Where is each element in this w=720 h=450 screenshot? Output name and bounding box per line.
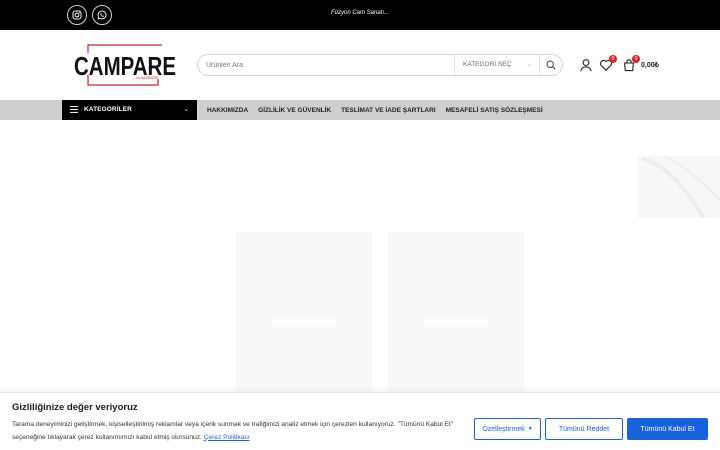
header-tagline: Füzyon Cam Sanatı... bbox=[330, 10, 390, 16]
user-icon bbox=[580, 59, 592, 72]
campare-logo[interactable]: CAMPARE GLASSWARE bbox=[74, 43, 178, 87]
cookie-description: Tarama deneyiminizi geliştirmek, kişisel… bbox=[12, 419, 467, 444]
top-bar: Füzyon Cam Sanatı... bbox=[0, 0, 720, 30]
page: Füzyon Cam Sanatı... CAMPARE GLASSWARE K… bbox=[0, 0, 720, 450]
customize-label: Özelleştirmek bbox=[482, 425, 525, 433]
product-card-placeholder bbox=[272, 318, 336, 326]
nav-link-delivery-returns[interactable]: TESLİMAT VE İADE ŞARTLARI bbox=[336, 107, 441, 114]
nav-links: HAKKIMIZDA GİZLİLİK VE GÜVENLİK TESLİMAT… bbox=[202, 100, 548, 120]
chevron-down-icon: ⌄ bbox=[183, 106, 189, 113]
reject-all-button[interactable]: Tümünü Reddet bbox=[545, 418, 623, 440]
search-bar: KATEGORİ SEÇ ⌄ bbox=[197, 54, 563, 76]
wishlist-button[interactable]: 0 bbox=[599, 55, 617, 72]
menu-icon bbox=[70, 106, 78, 113]
banner-decoration bbox=[641, 156, 720, 218]
search-button[interactable] bbox=[539, 55, 562, 75]
categories-menu-button[interactable]: KATEGORİLER ⌄ bbox=[62, 100, 197, 120]
hero-banner-image bbox=[638, 156, 720, 218]
nav-link-about[interactable]: HAKKIMIZDA bbox=[202, 107, 253, 114]
wishlist-count-badge: 0 bbox=[609, 55, 617, 63]
categories-label: KATEGORİLER bbox=[84, 106, 132, 113]
accept-all-button[interactable]: Tümünü Kabul Et bbox=[627, 418, 708, 440]
product-card[interactable] bbox=[388, 232, 524, 392]
logo-text: CAMPARE bbox=[74, 51, 176, 81]
nav-link-distance-sales[interactable]: MESAFELİ SATIŞ SÖZLEŞMESİ bbox=[441, 107, 548, 114]
cart-button[interactable]: 0 bbox=[622, 55, 640, 72]
category-select[interactable]: KATEGORİ SEÇ ⌄ bbox=[454, 55, 538, 75]
cookie-policy-link[interactable]: Çerez Politikası bbox=[204, 434, 250, 441]
customize-button[interactable]: Özelleştirmek ▼ bbox=[474, 418, 541, 440]
caret-down-icon: ▼ bbox=[527, 426, 533, 432]
cookie-title: Gizliliğinize değer veriyoruz bbox=[12, 402, 138, 413]
cart-count-badge: 0 bbox=[632, 55, 640, 63]
product-card[interactable] bbox=[236, 232, 372, 392]
product-card-placeholder bbox=[424, 318, 488, 326]
chevron-down-icon: ⌄ bbox=[526, 62, 532, 68]
nav-link-privacy[interactable]: GİZLİLİK VE GÜVENLİK bbox=[253, 107, 336, 114]
cart-total[interactable]: 0,00₺ bbox=[641, 61, 659, 69]
account-button[interactable] bbox=[579, 58, 593, 72]
search-input[interactable] bbox=[206, 55, 446, 75]
logo-subtext: GLASSWARE bbox=[136, 76, 159, 80]
category-select-label: KATEGORİ SEÇ bbox=[463, 61, 512, 68]
search-icon bbox=[546, 60, 556, 70]
